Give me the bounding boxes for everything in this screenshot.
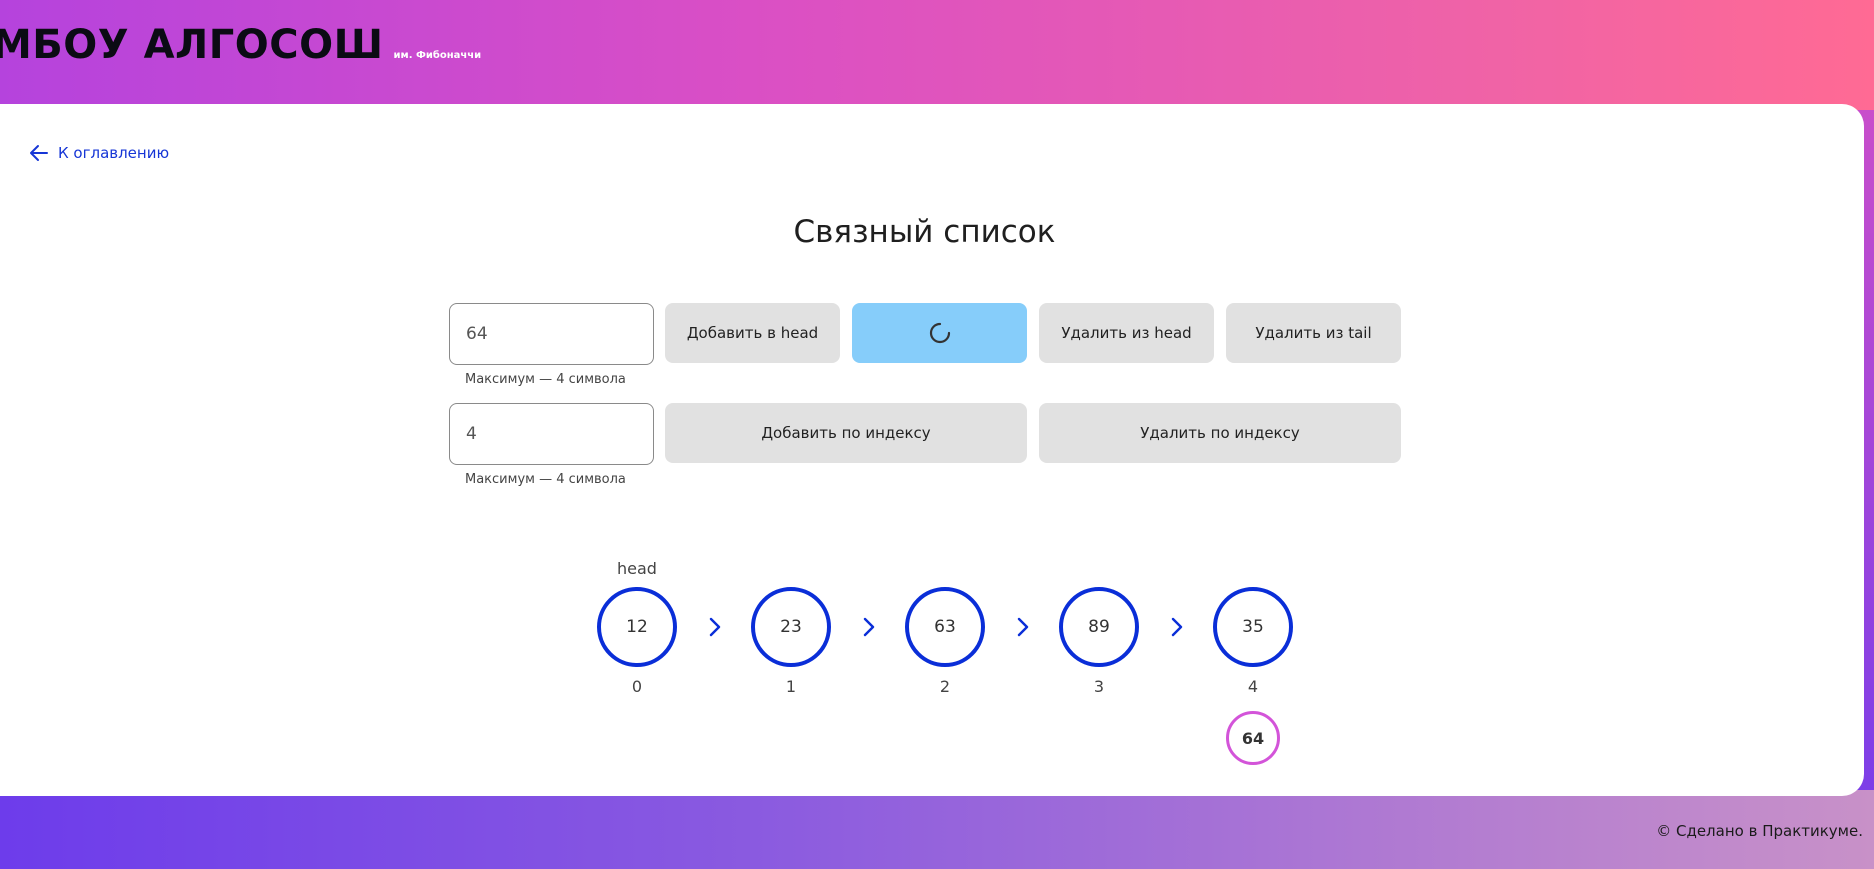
remove-by-index-button[interactable]: Удалить по индексу [1039, 403, 1401, 463]
list-node: 35 [1213, 587, 1293, 667]
chevron-right-icon [1171, 617, 1183, 637]
loader-icon [929, 322, 950, 344]
arrow-left-icon [30, 145, 48, 161]
node-index: 3 [1093, 677, 1105, 696]
add-to-head-button[interactable]: Добавить в head [665, 303, 840, 363]
list-node: 12 [597, 587, 677, 667]
brand-title: МБОУ АЛГОСОШ [0, 22, 384, 68]
value-input[interactable] [466, 324, 637, 344]
remove-from-head-label: Удалить из head [1061, 324, 1192, 342]
remove-from-tail-label: Удалить из tail [1255, 324, 1372, 342]
footer-credit: © Сделано в Практикуме. [1656, 822, 1863, 840]
back-link-label: К оглавлению [58, 144, 170, 162]
list-node: 63 [905, 587, 985, 667]
node-index: 0 [631, 677, 643, 696]
node-index: 4 [1247, 677, 1259, 696]
remove-by-index-label: Удалить по индексу [1140, 424, 1300, 442]
index-input[interactable] [466, 424, 637, 444]
node-index: 1 [785, 677, 797, 696]
remove-from-tail-button[interactable]: Удалить из tail [1226, 303, 1401, 363]
remove-from-head-button[interactable]: Удалить из head [1039, 303, 1214, 363]
brand-subtitle: им. Фибоначчи [393, 50, 482, 61]
add-to-head-label: Добавить в head [686, 324, 819, 342]
chevron-right-icon [1017, 617, 1029, 637]
page-title: Связный список [793, 214, 1056, 250]
chevron-right-icon [709, 617, 721, 637]
head-label: head [617, 559, 657, 578]
pending-node: 64 [1226, 711, 1280, 765]
footer-background [0, 790, 1874, 869]
value-input-box[interactable] [449, 303, 654, 365]
index-input-box[interactable] [449, 403, 654, 465]
list-node: 23 [751, 587, 831, 667]
back-to-contents-link[interactable]: К оглавлению [29, 143, 169, 163]
node-index: 2 [939, 677, 951, 696]
index-input-hint: Максимум — 4 символа [465, 472, 626, 487]
add-to-tail-button-loading[interactable] [852, 303, 1027, 363]
value-input-hint: Максимум — 4 символа [465, 372, 626, 387]
add-by-index-label: Добавить по индексу [761, 424, 931, 442]
brand: МБОУ АЛГОСОШ им. Фибоначчи [0, 22, 481, 68]
list-node: 89 [1059, 587, 1139, 667]
chevron-right-icon [863, 617, 875, 637]
add-by-index-button[interactable]: Добавить по индексу [665, 403, 1027, 463]
